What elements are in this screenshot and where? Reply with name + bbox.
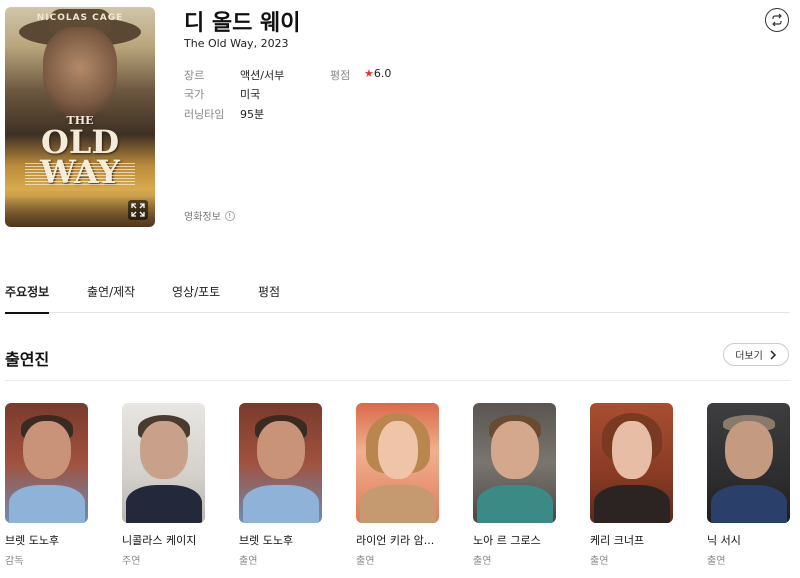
movie-info-label: 영화정보 xyxy=(184,212,221,223)
tab-cast-crew[interactable]: 출연/제작 xyxy=(87,283,135,312)
tab-ratings[interactable]: 평점 xyxy=(258,283,280,312)
cast-photo xyxy=(356,403,439,523)
cast-photo xyxy=(122,403,205,523)
poster-credits xyxy=(25,163,135,187)
share-icon xyxy=(772,13,782,27)
share-button[interactable] xyxy=(765,8,789,32)
cast-role: 출연 xyxy=(707,556,726,567)
country-label: 국가 xyxy=(184,88,205,101)
genre-value: 액션/서부 xyxy=(240,69,285,82)
cast-name: 니콜라스 케이지 xyxy=(122,534,197,547)
info-icon: ! xyxy=(224,210,235,221)
rating-label: 평점 xyxy=(330,69,351,82)
cast-name: 브렛 도노후 xyxy=(5,534,60,547)
tab-video-photo[interactable]: 영상/포토 xyxy=(172,283,220,312)
more-button[interactable]: 더보기 xyxy=(723,343,789,366)
poster-actor-text: NICOLAS CAGE xyxy=(36,13,124,23)
country-value: 미국 xyxy=(240,88,261,101)
expand-button[interactable] xyxy=(128,200,148,220)
cast-name: 닉 서시 xyxy=(707,534,741,547)
cast-photo xyxy=(239,403,322,523)
cast-role: 출연 xyxy=(356,556,375,567)
cast-name: 브렛 도노후 xyxy=(239,534,294,547)
rating-value: 6.0 xyxy=(373,67,392,80)
movie-subtitle: The Old Way, 2023 xyxy=(184,37,289,50)
cast-card[interactable]: 브렛 도노후 출연 xyxy=(239,403,323,567)
cast-name: 케리 크너프 xyxy=(590,534,645,547)
cast-card[interactable]: 니콜라스 케이지 주연 xyxy=(122,403,206,567)
cast-section-title: 출연진 xyxy=(5,350,50,369)
movie-poster[interactable]: NICOLAS CAGE THE OLD WAY xyxy=(5,7,155,227)
tab-bar: 주요정보 출연/제작 영상/포토 평점 xyxy=(5,277,790,314)
chevron-right-icon xyxy=(770,349,776,360)
cast-role: 주연 xyxy=(122,556,141,567)
poster-face xyxy=(43,27,117,117)
cast-card[interactable]: 브렛 도노후 감독 xyxy=(5,403,89,567)
section-divider xyxy=(5,380,790,381)
cast-name: 라이언 키라 암... xyxy=(356,534,435,547)
cast-role: 출연 xyxy=(590,556,609,567)
cast-photo xyxy=(5,403,88,523)
cast-photo xyxy=(473,403,556,523)
tab-main-info[interactable]: 주요정보 xyxy=(5,283,50,314)
cast-card[interactable]: 라이언 키라 암... 출연 xyxy=(356,403,440,567)
cast-photo xyxy=(590,403,673,523)
cast-card[interactable]: 닉 서시 출연 xyxy=(707,403,791,567)
expand-icon xyxy=(131,203,145,217)
cast-role: 출연 xyxy=(239,556,258,567)
runtime-value: 95분 xyxy=(240,108,265,121)
genre-label: 장르 xyxy=(184,69,205,82)
more-button-label: 더보기 xyxy=(735,351,763,362)
cast-photo xyxy=(707,403,790,523)
movie-info-link[interactable]: 영화정보 ! xyxy=(184,208,235,223)
cast-role: 출연 xyxy=(473,556,492,567)
movie-title: 디 올드 웨이 xyxy=(184,11,301,36)
rating-value-wrap: ★6.0 xyxy=(364,67,391,80)
cast-card[interactable]: 노아 르 그로스 출연 xyxy=(473,403,557,567)
cast-role: 감독 xyxy=(5,556,24,567)
cast-card[interactable]: 케리 크너프 출연 xyxy=(590,403,674,567)
cast-name: 노아 르 그로스 xyxy=(473,534,541,547)
runtime-label: 러닝타임 xyxy=(184,108,225,121)
star-icon: ★ xyxy=(364,67,374,80)
